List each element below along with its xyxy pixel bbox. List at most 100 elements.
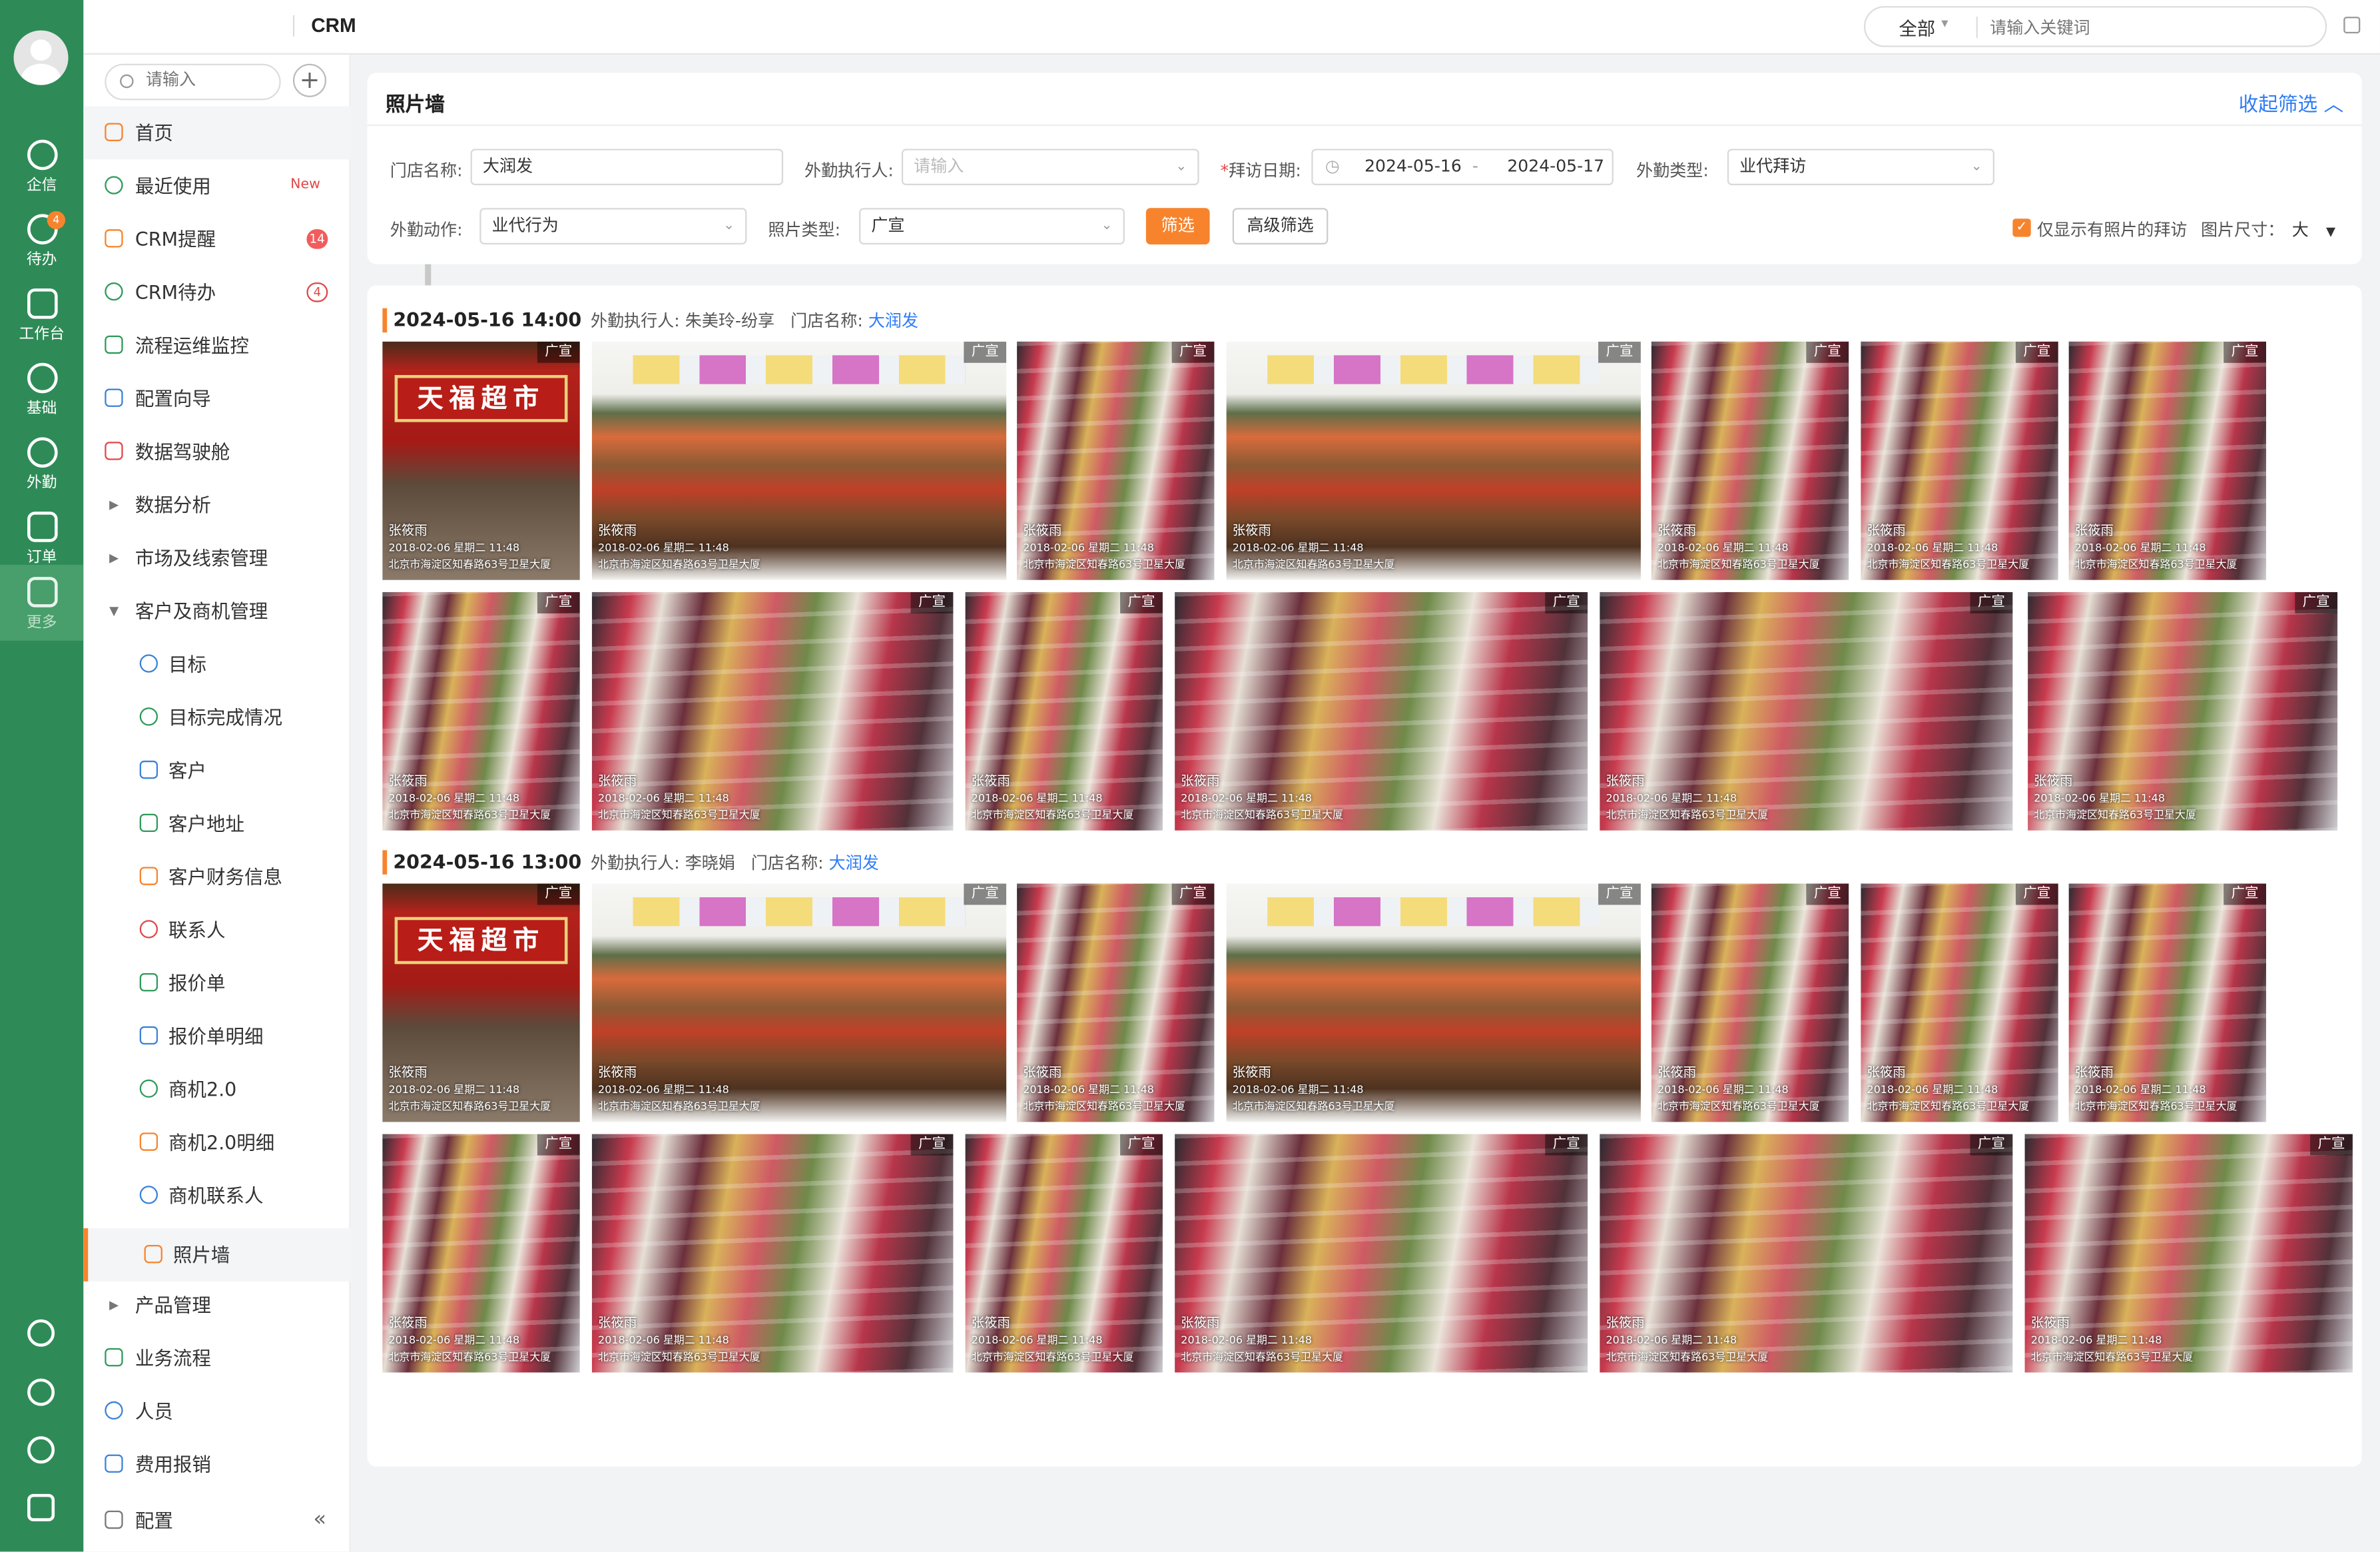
photo-thumbnail[interactable]: 天福超市 广宣 张筱雨 2018-02-06 星期二 11:48 北京市海淀区知春路63… <box>382 883 580 1122</box>
photo-thumbnail[interactable]: 广宣 张筱雨 2018-02-06 星期二 11:48 北京市海淀区知春路63号卫星大… <box>591 883 1007 1122</box>
photo-thumbnail[interactable]: 广宣 张筱雨 2018-02-06 星期二 11:48 北京市海淀区知春路63号卫星大… <box>1226 341 1641 580</box>
photo-thumbnail[interactable]: 广宣 张筱雨 2018-02-06 星期二 11:48 北京市海淀区知春路63号卫星大… <box>1861 341 2058 580</box>
photo-thumbnail[interactable]: 广宣 张筱雨 2018-02-06 星期二 11:48 北京市海淀区知春路63号卫星大… <box>1600 1134 2013 1373</box>
people-icon <box>139 1186 158 1204</box>
only-photos-checkbox[interactable]: ✓ <box>2012 218 2031 237</box>
field-type-select[interactable]: 业代拜访 ⌄ <box>1727 149 1995 186</box>
photo-thumbnail[interactable]: 广宣张筱雨 2018-02-06 星期二 11:48 北京市海淀区知春路63号卫星大… <box>1017 883 1215 1122</box>
sidebar-item-customer-opportunity[interactable]: ▼ 客户及商机管理 <box>83 585 350 638</box>
photo-thumbnail[interactable]: 广宣 张筱雨 2018-02-06 星期二 11:48 北京市海淀区知春路63号卫星大… <box>1226 883 1641 1122</box>
visit-date-range[interactable]: ◷ 2024-05-16 - 2024-05-17 <box>1311 149 1614 186</box>
photo-thumbnail[interactable]: 广宣 张筱雨 2018-02-06 星期二 11:48 北京市海淀区知春路63号卫星大… <box>591 591 954 831</box>
photo-thumbnail[interactable]: 广宣 张筱雨 2018-02-06 星期二 11:48 北京市海淀区知春路63号卫星大… <box>1651 341 1849 580</box>
rail-item-todo[interactable]: 待办 4 <box>0 202 83 274</box>
image-size-select[interactable]: 大 ▼ <box>2292 217 2335 241</box>
rail-item-more[interactable]: 更多 <box>0 564 84 641</box>
sidebar-search-input[interactable] <box>145 69 268 90</box>
sidebar-item-goal-progress[interactable]: 目标完成情况 <box>83 691 350 744</box>
sidebar-item-data-analysis[interactable]: ▶ 数据分析 <box>83 478 350 532</box>
store-link[interactable]: 大润发 <box>868 311 918 331</box>
chevron-down-icon: ⌄ <box>723 218 735 234</box>
photo-watermark: 张筱雨 2018-02-06 星期二 11:48 北京市海淀区知春路63号卫星大厦 <box>2074 524 2237 572</box>
photo-type-select[interactable]: 广宣 ⌄ <box>859 208 1125 244</box>
sidebar-item-goal[interactable]: 目标 <box>83 637 350 691</box>
photo-thumbnail[interactable]: 广宣 张筱雨 2018-02-06 星期二 11:48 北京市海淀区知春路63号卫星大… <box>1175 591 1588 831</box>
sidebar-item-expense[interactable]: 费用报销 <box>83 1437 350 1491</box>
sidebar-item-opportunity-contact[interactable]: 商机联系人 <box>83 1169 350 1222</box>
document-search-icon <box>139 1026 158 1045</box>
collapse-sidebar-icon[interactable]: « <box>313 1494 326 1547</box>
photo-type-tag: 广宣 <box>1171 883 1215 905</box>
advanced-filter-button[interactable]: 高级筛选 <box>1232 208 1329 244</box>
sidebar-item-quote[interactable]: 报价单 <box>83 957 350 1010</box>
rail-item-order[interactable]: 订单 <box>0 500 83 572</box>
photo-watermark: 张筱雨 2018-02-06 星期二 11:48 北京市海淀区知春路63号卫星大厦 <box>1023 1066 1185 1113</box>
settings-icon[interactable] <box>27 1378 55 1406</box>
add-button[interactable]: + <box>292 63 327 97</box>
field-action-select[interactable]: 业代行为 ⌄ <box>479 208 747 244</box>
sidebar-item-quote-detail[interactable]: 报价单明细 <box>83 1010 350 1063</box>
photo-type-tag: 广宣 <box>1970 1134 2013 1156</box>
executor-select[interactable]: 请输入 ⌄ <box>901 149 1199 186</box>
collapse-filter-button[interactable]: 收起筛选 ︿ <box>2239 88 2344 117</box>
sidebar-item-config[interactable]: 配置 « <box>83 1494 350 1547</box>
photo-thumbnail[interactable]: 广宣 张筱雨 2018-02-06 星期二 11:48 北京市海淀区知春路63号卫星大… <box>591 1134 954 1373</box>
photo-thumbnail[interactable]: 广宣 张筱雨 2018-02-06 星期二 11:48 北京市海淀区知春路63号卫星大… <box>965 591 1163 831</box>
sidebar-item-contact[interactable]: 联系人 <box>83 903 350 957</box>
sidebar-item-crm-todo[interactable]: CRM待办 4 <box>83 266 350 319</box>
rail-item-chat[interactable]: 企信 <box>0 127 83 200</box>
document-icon <box>139 973 158 992</box>
message-icon[interactable] <box>2343 17 2361 34</box>
field-type-label: 外勤类型: <box>1636 161 1709 181</box>
photo-thumbnail[interactable]: 广宣 张筱雨 2018-02-06 星期二 11:48 北京市海淀区知春路63号卫星大… <box>1861 883 2058 1122</box>
photo-thumbnail[interactable]: 广宣 张筱雨 2018-02-06 星期二 11:48 北京市海淀区知春路63号卫星大… <box>965 1134 1163 1373</box>
photo-thumbnail[interactable]: 天福超市 广宣 张筱雨 2018-02-06 星期二 11:48 北京市海淀区知春路63… <box>382 341 580 580</box>
photo-type-tag: 广宣 <box>1970 591 2013 613</box>
store-input[interactable]: 大润发 <box>470 149 784 186</box>
page-title: 照片墙 <box>385 94 445 117</box>
photo-thumbnail[interactable]: 广宣 张筱雨 2018-02-06 星期二 11:48 北京市海淀区知春路63号卫星大… <box>1175 1134 1588 1373</box>
rail-item-workbench[interactable]: 工作台 <box>0 276 83 349</box>
sidebar-item-home[interactable]: 首页 <box>83 106 351 160</box>
sidebar-item-customer[interactable]: 客户 <box>83 744 350 797</box>
filter-button[interactable]: 筛选 <box>1145 208 1210 244</box>
sidebar-item-crm-reminder[interactable]: CRM提醒 14 <box>83 212 350 266</box>
sidebar-item-opportunity[interactable]: 商机2.0 <box>83 1063 350 1116</box>
photo-thumbnail[interactable]: 广宣 张筱雨 2018-02-06 星期二 11:48 北京市海淀区知春路63号卫星大… <box>2068 341 2266 580</box>
sidebar-item-recent[interactable]: 最近使用 New <box>83 159 350 212</box>
photo-thumbnail[interactable]: 广宣 张筱雨 2018-02-06 星期二 11:48 北京市海淀区知春路63号卫星大… <box>1651 883 1849 1122</box>
photo-type-tag: 广宣 <box>2295 591 2338 613</box>
photo-watermark: 张筱雨 2018-02-06 星期二 11:48 北京市海淀区知春路63号卫星大厦 <box>598 1066 760 1113</box>
photo-thumbnail[interactable]: 广宣 张筱雨 2018-02-06 星期二 11:48 北京市海淀区知春路63号卫星大… <box>591 341 1007 580</box>
photo-thumbnail[interactable]: 广宣 张筱雨 2018-02-06 星期二 11:48 北京市海淀区知春路63号卫星大… <box>1017 341 1215 580</box>
sidebar-item-process-monitor[interactable]: 流程运维监控 <box>83 319 350 372</box>
sidebar-item-staff[interactable]: 人员 <box>83 1385 350 1438</box>
photo-thumbnail[interactable]: 广宣 张筱雨 2018-02-06 星期二 11:48 北京市海淀区知春路63号卫星大… <box>382 591 580 831</box>
sidebar-item-product[interactable]: ▶ 产品管理 <box>83 1278 350 1332</box>
sidebar-item-customer-address[interactable]: 客户地址 <box>83 797 350 851</box>
sidebar-item-market-leads[interactable]: ▶ 市场及线索管理 <box>83 532 350 585</box>
sidebar-item-data-cockpit[interactable]: 数据驾驶舱 <box>83 425 350 478</box>
rail-item-basic[interactable]: 基础 <box>0 351 83 424</box>
sidebar-item-business-flow[interactable]: 业务流程 <box>83 1332 350 1385</box>
rail-item-field[interactable]: 外勤 <box>0 425 83 498</box>
help-icon[interactable] <box>27 1319 55 1347</box>
photo-watermark: 张筱雨 2018-02-06 星期二 11:48 北京市海淀区知春路63号卫星大厦 <box>388 1066 551 1113</box>
global-search-input[interactable] <box>1990 13 2294 41</box>
sidebar-item-config-guide[interactable]: 配置向导 <box>83 372 350 425</box>
clock-icon[interactable] <box>27 1436 55 1464</box>
photo-thumbnail[interactable]: 广宣 张筱雨 2018-02-06 星期二 11:48 北京市海淀区知春路63号卫星大… <box>1600 591 2013 831</box>
store-link[interactable]: 大润发 <box>829 853 879 873</box>
photo-thumbnail[interactable]: 广宣 张筱雨 2018-02-06 星期二 11:48 北京市海淀区知春路63号卫星大… <box>2068 883 2266 1122</box>
photo-thumbnail[interactable]: 广宣 张筱雨 2018-02-06 星期二 11:48 北京市海淀区知春路63号卫星大… <box>2028 591 2338 831</box>
search-scope-select[interactable]: 全部 <box>1899 15 1935 41</box>
contacts-icon[interactable] <box>27 1493 55 1521</box>
photo-type-tag: 广宣 <box>1545 591 1588 613</box>
photo-thumbnail[interactable]: 广宣 张筱雨 2018-02-06 星期二 11:48 北京市海淀区知春路63号卫星大… <box>382 1134 580 1373</box>
photo-type-tag: 广宣 <box>1171 341 1215 363</box>
sidebar-item-photo-wall[interactable]: 照片墙 <box>83 1228 351 1282</box>
sidebar-item-opportunity-detail[interactable]: 商机2.0明细 <box>83 1116 350 1169</box>
sidebar-item-customer-finance[interactable]: 客户财务信息 <box>83 850 350 903</box>
photo-thumbnail[interactable]: 广宣 张筱雨 2018-02-06 星期二 11:48 北京市海淀区知春路63号卫星大… <box>2024 1134 2353 1373</box>
avatar[interactable] <box>13 30 69 85</box>
